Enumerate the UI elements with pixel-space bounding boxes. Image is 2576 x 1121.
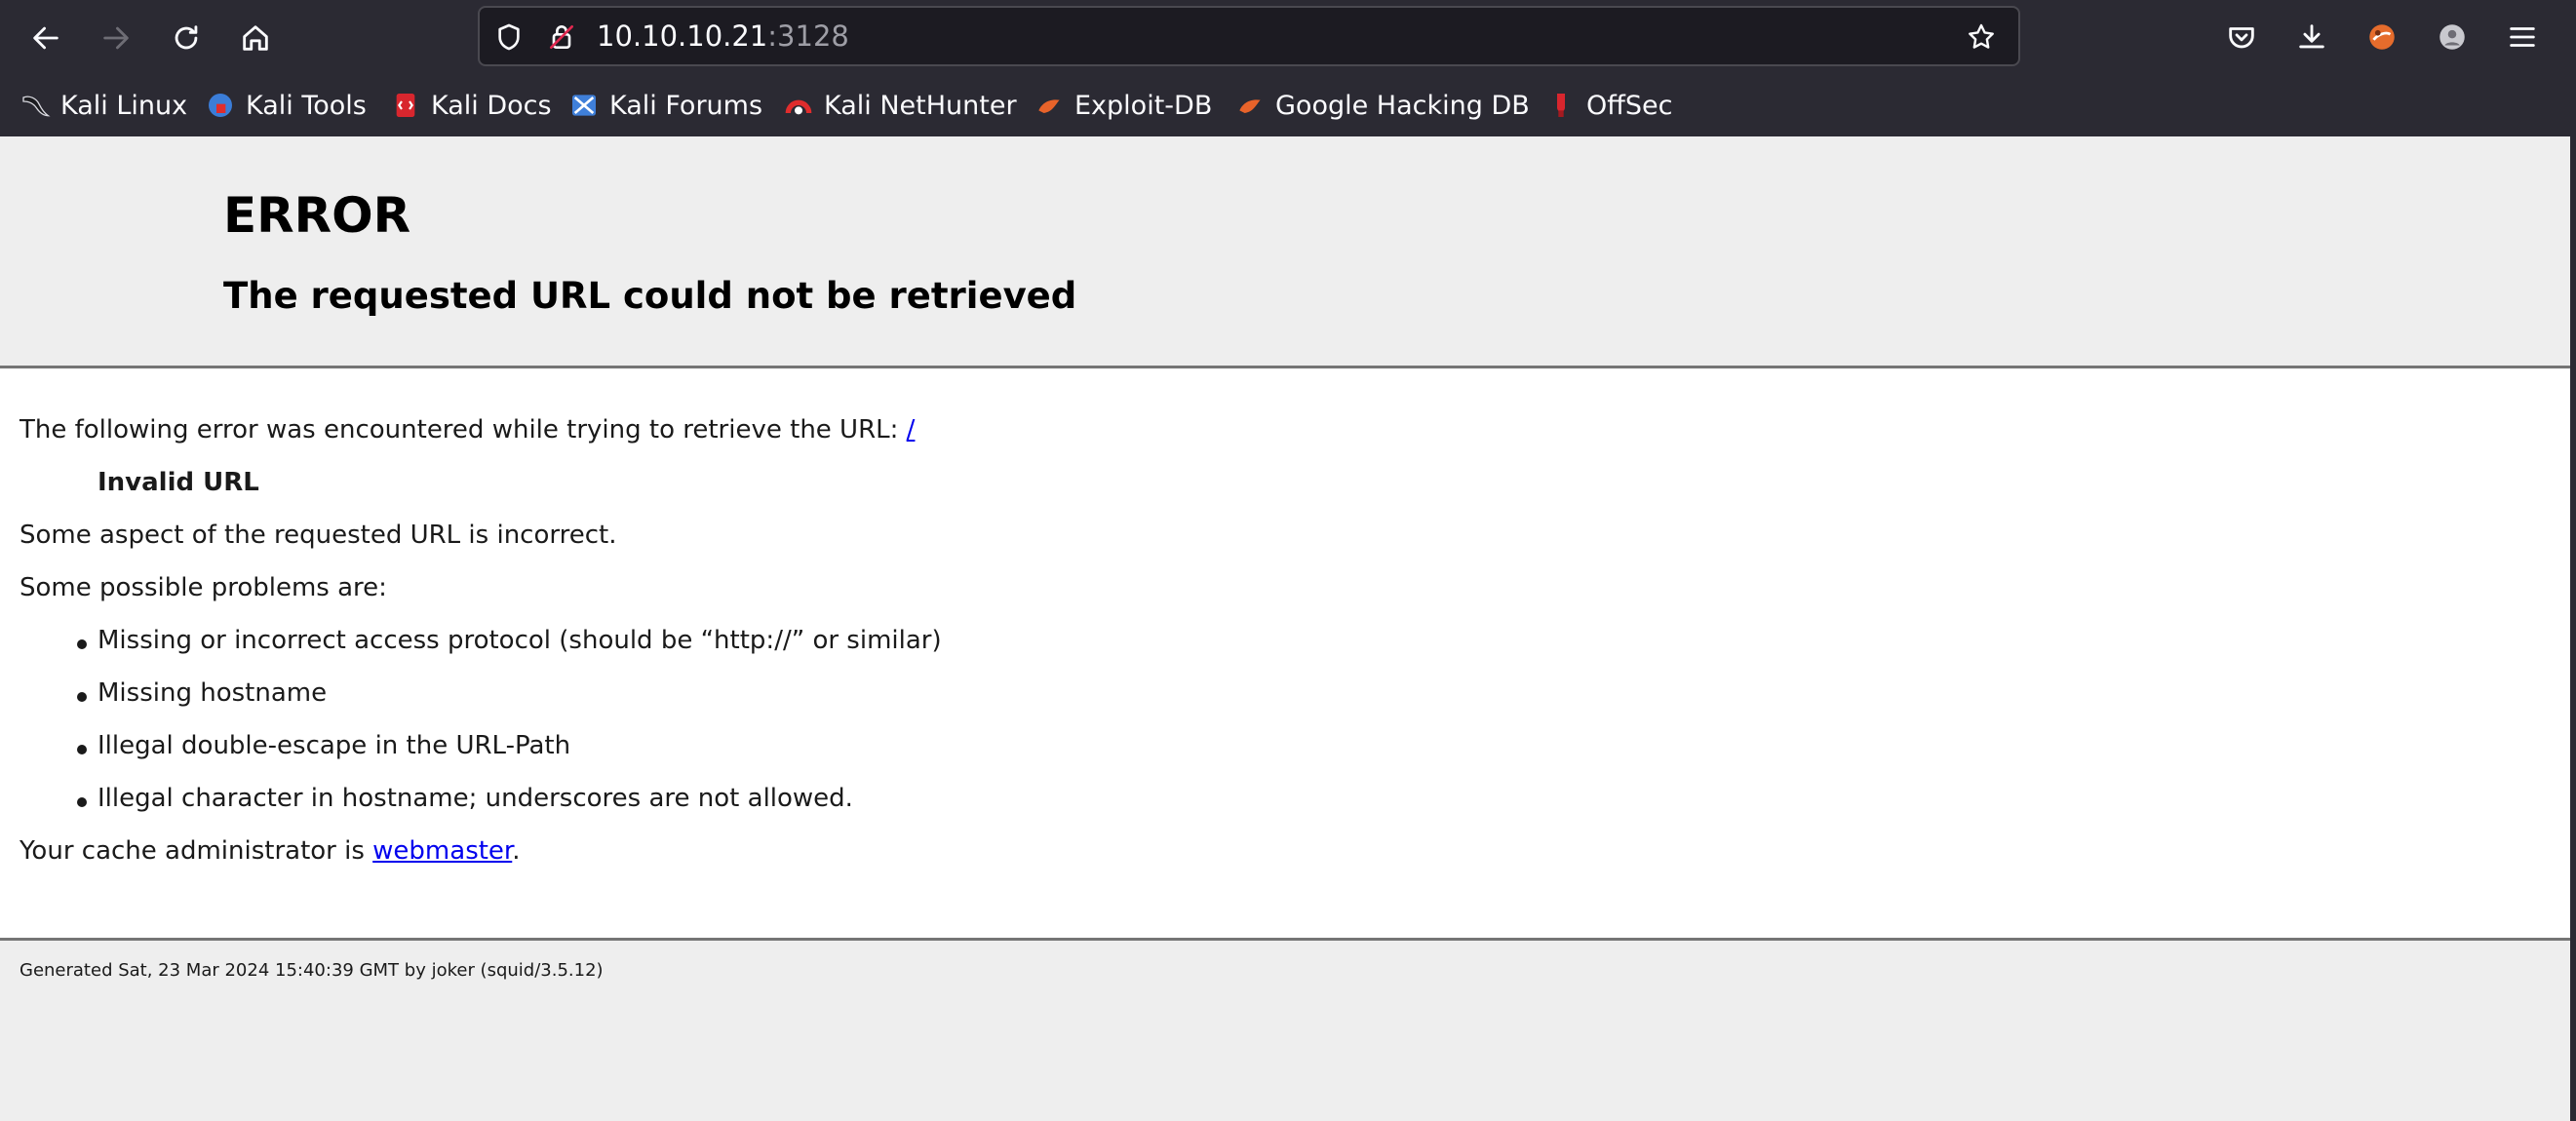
star-icon [1969,23,1994,49]
extension-icon [2369,24,2395,50]
error-intro: The following error was encountered whil… [20,415,915,445]
navigation-toolbar: 10.10.10.21:3128 [0,0,2576,76]
bookmark-label: Kali Tools [246,90,367,121]
list-item: Illegal character in hostname; underscor… [98,784,853,813]
offsec-icon [1545,90,1577,121]
error-description: Some aspect of the requested URL is inco… [20,521,617,550]
tracking-protection-button[interactable] [491,19,527,55]
admin-prefix: Your cache administrator is [20,836,373,866]
bookmark-label: Kali NetHunter [824,90,1017,121]
ghdb-icon [1234,90,1266,121]
home-icon [243,25,268,51]
bookmarks-toolbar: Kali Linux Kali Tools Kali Docs Kali For… [0,80,2576,131]
pocket-icon [2229,27,2254,49]
bullet-marker [77,797,87,807]
bullet-marker [77,692,87,702]
forward-arrow-icon [103,26,129,50]
bullet-marker [77,639,87,649]
bookmark-kali-nethunter[interactable]: Kali NetHunter [783,80,1017,131]
bookmark-label: Kali Forums [609,90,763,121]
bookmark-exploit-db[interactable]: Exploit-DB [1034,80,1212,131]
extension-button[interactable] [2361,16,2403,58]
admin-line: Your cache administrator is webmaster. [20,836,521,866]
browser-chrome: 10.10.10.21:3128 Kali Linux Kali Tools K… [0,0,2576,136]
bookmark-kali-forums[interactable]: Kali Forums [568,80,762,131]
bookmark-label: OffSec [1586,90,1673,121]
bookmark-star-button[interactable] [1964,19,1999,55]
forward-button[interactable] [96,18,137,58]
kali-forums-icon [568,90,600,121]
list-item: Missing or incorrect access protocol (sh… [98,626,942,655]
footer-text: Generated Sat, 23 Mar 2024 15:40:39 GMT … [20,960,604,981]
nethunter-icon [783,90,814,121]
reload-icon [175,25,198,50]
url-host: 10.10.10.21 [597,19,768,53]
kali-tools-icon [205,90,236,121]
footer: Generated Sat, 23 Mar 2024 15:40:39 GMT … [0,938,2570,1121]
shield-icon [498,23,520,51]
reload-button[interactable] [166,18,207,58]
url-port: :3128 [767,19,849,53]
download-icon [2299,24,2324,49]
hamburger-menu-icon [2510,27,2535,47]
account-icon [2439,24,2465,50]
error-subtitle: The requested URL could not be retrieved [223,275,1077,317]
lock-icon [550,25,573,49]
bookmark-google-hacking-db[interactable]: Google Hacking DB [1234,80,1530,131]
kali-dragon-icon [20,90,51,121]
admin-suffix: . [512,836,521,866]
window-edge [2570,136,2576,1121]
downloads-button[interactable] [2290,16,2333,58]
webmaster-link[interactable]: webmaster [372,836,512,866]
back-arrow-icon [33,26,59,50]
list-item: Illegal double-escape in the URL-Path [98,731,571,760]
bookmark-kali-docs[interactable]: Kali Docs [390,80,552,131]
site-security-button[interactable] [544,19,579,55]
bookmark-label: Kali Linux [60,90,188,121]
app-menu-button[interactable] [2501,16,2544,58]
bookmark-label: Kali Docs [431,90,552,121]
error-name: Invalid URL [98,468,259,497]
bookmark-kali-linux[interactable]: Kali Linux [20,80,187,131]
url-bar[interactable]: 10.10.10.21:3128 [478,6,2020,66]
kali-docs-icon [390,90,421,121]
bookmark-label: Exploit-DB [1074,90,1213,121]
bullet-marker [77,745,87,754]
account-button[interactable] [2431,16,2474,58]
home-button[interactable] [235,18,276,58]
error-intro-text: The following error was encountered whil… [20,415,907,445]
list-item: Missing hostname [98,678,328,708]
bookmark-label: Google Hacking DB [1275,90,1530,121]
page-title: ERROR [223,187,411,244]
url-text[interactable]: 10.10.10.21:3128 [597,8,849,64]
problems-heading: Some possible problems are: [20,573,387,602]
page-content: ERROR The requested URL could not be ret… [0,136,2570,1121]
requested-url-link[interactable]: / [907,415,916,445]
error-header: ERROR The requested URL could not be ret… [0,136,2570,368]
pocket-button[interactable] [2220,16,2263,58]
bookmark-offsec[interactable]: OffSec [1545,80,1672,131]
back-button[interactable] [25,18,66,58]
exploit-db-icon [1034,90,1065,121]
bookmark-kali-tools[interactable]: Kali Tools [205,80,367,131]
